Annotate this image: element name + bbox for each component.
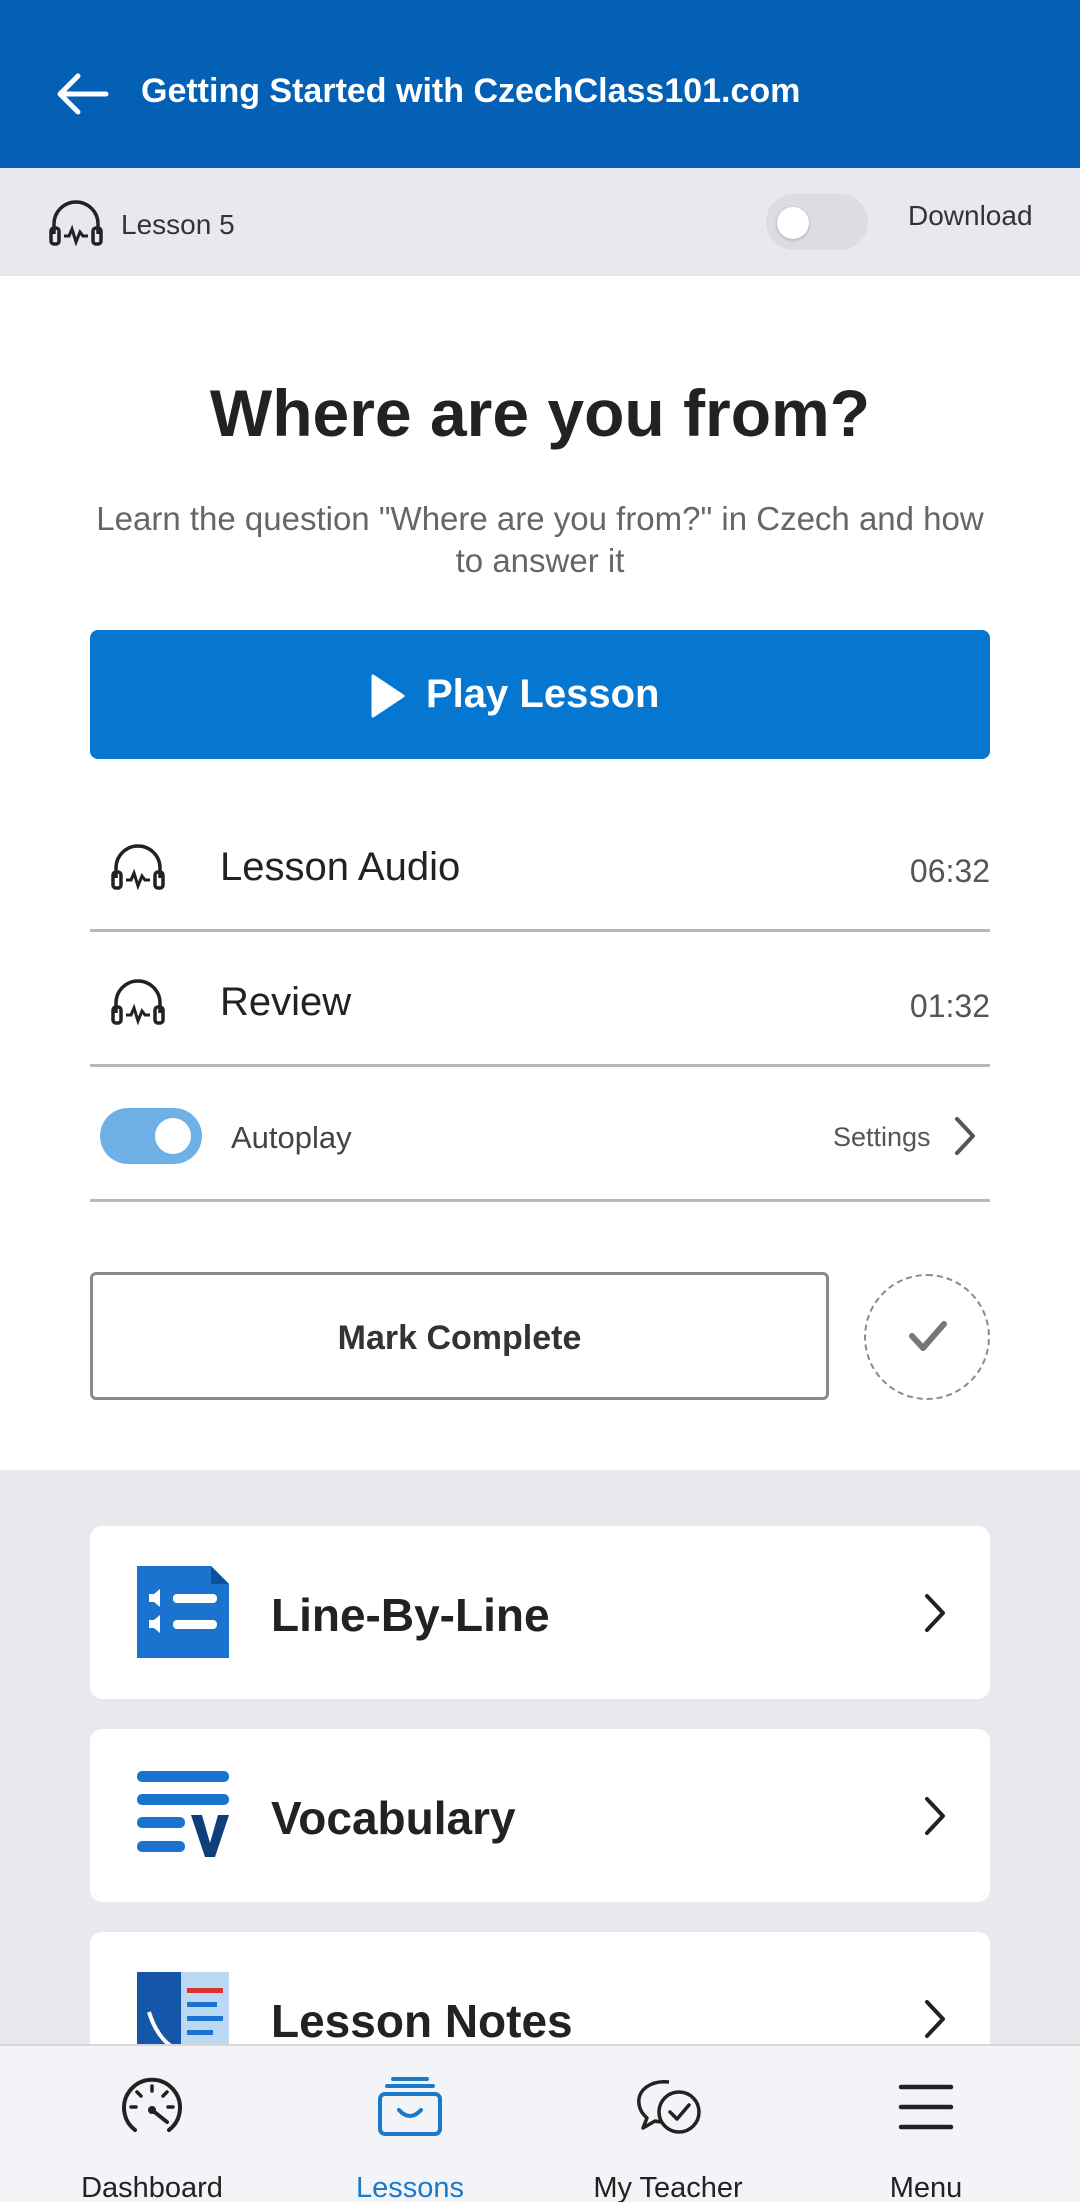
bottom-navigation: Dashboard Lessons My Teacher Menu: [0, 2044, 1080, 2202]
line-by-line-icon: [137, 1566, 229, 1658]
nav-label: My Teacher: [593, 2172, 743, 2202]
lessons-icon: [378, 2077, 442, 2136]
mark-complete-button[interactable]: Mark Complete: [90, 1272, 829, 1400]
autoplay-label: Autoplay: [231, 1120, 352, 1155]
chevron-right-icon: [925, 1594, 945, 1632]
checkmark-icon: [909, 1321, 947, 1351]
lesson-title: Where are you from?: [209, 376, 871, 450]
lesson-materials: Line-By-Line Vocabulary Lesson Notes: [0, 1470, 1080, 2044]
nav-label: Dashboard: [81, 2172, 223, 2202]
card-title: Lesson Notes: [271, 1995, 573, 2044]
card-title: Vocabulary: [271, 1792, 516, 1844]
track-title: Review: [220, 980, 352, 1024]
series-title: Getting Started with CzechClass101.com: [141, 72, 801, 110]
menu-icon: [898, 2084, 954, 2130]
card-vocabulary[interactable]: Vocabulary: [90, 1729, 990, 1902]
headphones-icon: [49, 200, 103, 247]
chevron-right-icon: [925, 2000, 945, 2038]
vocabulary-icon: [137, 1771, 229, 1857]
mark-complete-label: Mark Complete: [337, 1319, 582, 1357]
download-toggle[interactable]: [766, 194, 868, 250]
headphones-icon: [111, 979, 165, 1026]
complete-check-button[interactable]: [864, 1274, 990, 1400]
chevron-right-icon: [925, 1797, 945, 1835]
lesson-notes-icon: [137, 1972, 229, 2044]
lesson-number: Lesson 5: [121, 209, 235, 240]
card-title: Line-By-Line: [271, 1589, 550, 1641]
nav-my-teacher[interactable]: My Teacher: [533, 2046, 803, 2202]
headphones-icon: [111, 844, 165, 891]
track-title: Lesson Audio: [220, 845, 461, 889]
app-bar: Getting Started with CzechClass101.com: [0, 0, 1080, 168]
track-review[interactable]: Review 01:32: [90, 932, 990, 1067]
chevron-right-icon[interactable]: [952, 1115, 978, 1157]
nav-dashboard[interactable]: Dashboard: [17, 2046, 287, 2202]
nav-lessons[interactable]: Lessons: [275, 2046, 545, 2202]
autoplay-row: Autoplay Settings: [90, 1067, 990, 1202]
play-lesson-label: Play Lesson: [426, 672, 660, 716]
download-label: Download: [908, 200, 1033, 231]
settings-link[interactable]: Settings: [833, 1122, 931, 1153]
dashboard-icon: [122, 2077, 182, 2132]
card-lesson-notes[interactable]: Lesson Notes: [90, 1932, 990, 2044]
play-icon: [371, 674, 405, 718]
nav-label: Menu: [889, 2172, 963, 2202]
track-duration: 06:32: [909, 853, 990, 889]
my-teacher-icon: [637, 2080, 701, 2134]
nav-label: Lessons: [355, 2172, 464, 2202]
card-line-by-line[interactable]: Line-By-Line: [90, 1526, 990, 1699]
autoplay-toggle[interactable]: [100, 1108, 202, 1164]
back-arrow-icon[interactable]: [52, 64, 112, 124]
track-duration: 01:32: [909, 988, 990, 1024]
track-lesson-audio[interactable]: Lesson Audio 06:32: [90, 797, 990, 932]
nav-menu[interactable]: Menu: [791, 2046, 1061, 2202]
lesson-description: Learn the question "Where are you from?"…: [96, 500, 984, 579]
